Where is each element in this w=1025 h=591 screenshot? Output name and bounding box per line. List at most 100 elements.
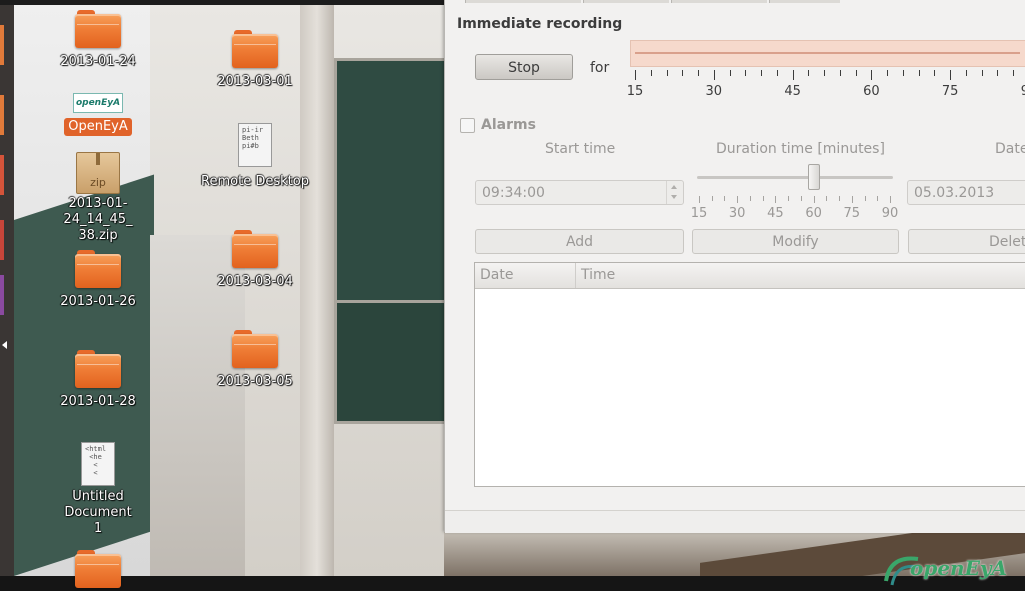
document-icon: <html <he < < [81, 442, 115, 486]
desktop-folder[interactable]: 2013-03-01 [195, 30, 315, 90]
window-footer [445, 510, 1025, 533]
start-time-field[interactable]: 09:34:00 [475, 180, 684, 205]
slider-minor-tick [711, 196, 713, 201]
scale-tick-label: 90 [1020, 84, 1025, 99]
pillar [300, 5, 334, 576]
slider-tick-label: 15 [690, 206, 708, 221]
recording-window: Immediate recording Stop for 15 30 45 60 75 9… [444, 0, 1025, 533]
folder-icon [75, 550, 121, 588]
column-header-date[interactable]: Date [475, 263, 576, 288]
active-indicator-icon [2, 341, 7, 349]
scale-minor-tick [997, 70, 999, 76]
slider-tick [699, 196, 700, 203]
launcher-item[interactable] [0, 155, 4, 195]
modify-button[interactable]: Modify [692, 229, 899, 254]
scale-minor-tick [729, 70, 731, 76]
alarms-label: Alarms [481, 117, 536, 133]
scale-minor-tick [855, 70, 857, 76]
desktop-document[interactable]: pi-ir Beth pi#b Remote Desktop [195, 123, 315, 190]
launcher-item[interactable] [0, 220, 4, 260]
spin-down-icon[interactable] [671, 195, 677, 199]
document-icon: pi-ir Beth pi#b [238, 123, 272, 167]
desktop-icon-label: 2013-01-26 [60, 294, 136, 309]
slider-minor-tick [788, 196, 790, 201]
scale-minor-tick [839, 70, 841, 76]
tab[interactable] [769, 0, 840, 3]
slider-tick-label: 45 [767, 206, 784, 221]
scale-minor-tick [666, 70, 668, 76]
folder-icon [232, 330, 278, 368]
spin-up-icon[interactable] [671, 185, 677, 189]
desktop-document[interactable]: <html <he < < Untitled Document 1 [38, 442, 158, 537]
alarms-checkbox[interactable] [460, 118, 475, 133]
launcher-item[interactable] [0, 275, 4, 315]
tab[interactable] [583, 0, 669, 3]
desktop-zip-file[interactable]: zip 2013-01-24_14_45_ 38.zip [38, 152, 158, 244]
scale-tick [950, 70, 952, 80]
desktop-app-openeya[interactable]: openEyA OpenEyA [38, 93, 158, 136]
recording-duration-scale: 15 30 45 60 75 90 [627, 70, 1025, 100]
scale-minor-tick [902, 70, 904, 76]
scale-tick [635, 70, 636, 80]
stop-button[interactable]: Stop [475, 54, 573, 80]
slider-tick-label: 30 [728, 206, 746, 221]
column-header-time[interactable]: Time [576, 263, 876, 288]
desktop-icon-label: Untitled Document 1 [64, 489, 132, 536]
scale-minor-tick [981, 70, 983, 76]
desktop-folder[interactable]: 2013-03-04 [195, 230, 315, 290]
add-button[interactable]: Add [475, 229, 684, 254]
slider-tick-label: 60 [805, 206, 822, 221]
launcher[interactable] [0, 5, 14, 576]
desktop-folder[interactable]: 2013-01-26 [38, 250, 158, 310]
launcher-item[interactable] [0, 95, 4, 135]
slider-tick [737, 196, 739, 203]
tab[interactable] [465, 0, 581, 3]
scale-tick-label: 75 [941, 84, 959, 99]
slider-tick [890, 196, 891, 203]
slider-tick [851, 196, 853, 203]
scale-minor-tick [1013, 70, 1015, 76]
openeya-watermark: openEyA [880, 551, 1025, 589]
slider-tick-label: 90 [881, 206, 899, 221]
desktop-folder[interactable]: 2013-03-05 [195, 330, 315, 390]
start-time-spinner[interactable] [666, 181, 683, 204]
chalkboard-lower [334, 300, 452, 424]
desktop-folder[interactable] [38, 550, 158, 590]
scale-minor-tick [887, 70, 889, 76]
scale-tick-label: 30 [705, 84, 723, 99]
tab-strip[interactable] [445, 0, 1025, 3]
date-header: Date [995, 141, 1025, 157]
date-value: 05.03.2013 [914, 185, 995, 201]
desktop-icon-label: 2013-03-05 [217, 374, 293, 389]
folder-icon [232, 30, 278, 68]
duration-slider-handle[interactable] [807, 164, 820, 190]
start-time-header: Start time [545, 141, 616, 157]
scale-minor-tick [918, 70, 920, 76]
scale-tick [871, 70, 873, 80]
launcher-item[interactable] [0, 25, 4, 65]
scale-minor-tick [682, 70, 684, 76]
scale-minor-tick [745, 70, 747, 76]
alarms-table[interactable]: Date Time [474, 262, 1025, 487]
desktop-icon-label: 2013-01-24 [60, 54, 136, 69]
scale-tick-label: 60 [863, 84, 880, 99]
slider-minor-tick [839, 196, 841, 201]
date-field[interactable]: 05.03.2013 [907, 180, 1025, 205]
scale-minor-tick [776, 70, 778, 76]
slider-minor-tick [864, 196, 866, 201]
tab[interactable] [671, 0, 767, 3]
folder-icon [75, 10, 121, 48]
slider-minor-tick [762, 196, 764, 201]
delete-button[interactable]: Delete [908, 229, 1025, 254]
duration-slider-scale: 15 30 45 60 75 90 [691, 196, 898, 221]
desktop-folder[interactable]: 2013-01-24 [38, 10, 158, 70]
slider-tick-label: 75 [843, 206, 861, 221]
duration-slider-track[interactable] [697, 176, 893, 179]
desktop-icon-label: 2013-03-01 [217, 74, 293, 89]
desktop-icon-label: 2013-03-04 [217, 274, 293, 289]
openeya-logo-icon: openEyA [73, 93, 123, 113]
scale-minor-tick [965, 70, 967, 76]
start-time-value: 09:34:00 [482, 185, 545, 201]
recording-duration-track [635, 52, 1020, 54]
desktop-folder[interactable]: 2013-01-28 [38, 350, 158, 410]
